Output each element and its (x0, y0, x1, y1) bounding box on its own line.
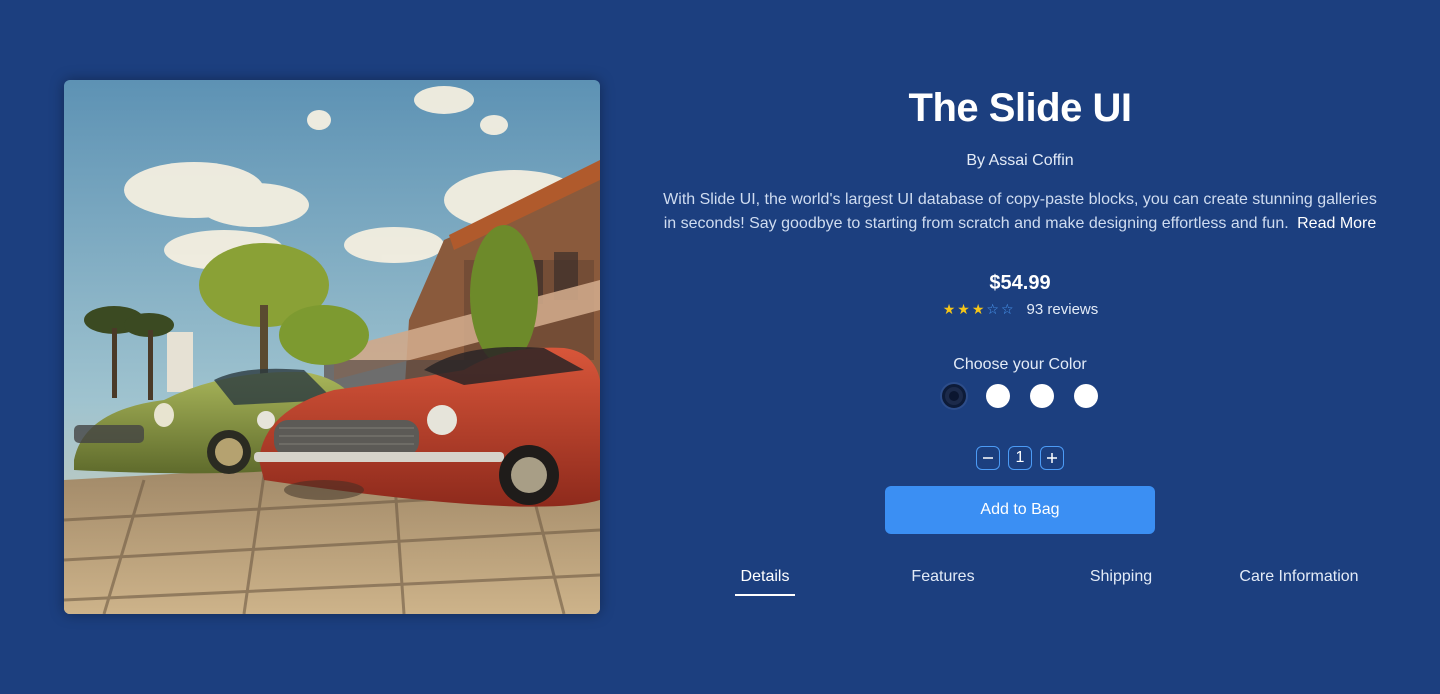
product-title: The Slide UI (908, 86, 1132, 130)
tab-label: Shipping (1089, 568, 1153, 585)
tab-shipping[interactable]: Shipping (1032, 568, 1210, 596)
description-text: With Slide UI, the world's largest UI da… (663, 191, 1377, 232)
quantity-stepper: 1 (640, 446, 1400, 470)
product-price: $54.99 (989, 272, 1051, 294)
read-more-link[interactable]: Read More (1297, 215, 1376, 232)
star-icon: ★ (971, 301, 985, 317)
color-swatch-dark[interactable] (942, 384, 966, 408)
product-info: The Slide UI By Assai Coffin With Slide … (640, 80, 1400, 596)
product-description: With Slide UI, the world's largest UI da… (660, 188, 1380, 236)
color-swatches (640, 384, 1400, 408)
star-icon: ★ (957, 301, 970, 317)
tab-care-information[interactable]: Care Information (1210, 568, 1388, 596)
product-rating: ★ ★ ★ ☆ ☆ 93 reviews (640, 301, 1400, 318)
tab-label: Details (734, 568, 796, 596)
add-to-bag-button[interactable]: Add to Bag (885, 486, 1155, 534)
color-swatch-white[interactable] (986, 384, 1010, 408)
tab-features[interactable]: Features (854, 568, 1032, 596)
product-author: By Assai Coffin (640, 152, 1400, 170)
increase-quantity-button[interactable] (1040, 446, 1064, 470)
color-swatch-white[interactable] (1074, 384, 1098, 408)
star-outline-icon: ☆ (1000, 301, 1014, 317)
star-outline-icon: ☆ (986, 301, 999, 317)
review-count: 93 reviews (1026, 301, 1099, 318)
star-icon: ★ (942, 301, 956, 317)
color-swatch-white[interactable] (1030, 384, 1054, 408)
plus-icon (1047, 453, 1057, 463)
tab-details[interactable]: Details (676, 568, 854, 596)
minus-icon (983, 457, 993, 459)
author-name: Assai Coffin (988, 152, 1074, 169)
color-label: Choose your Color (953, 356, 1087, 373)
tab-label: Care Information (1239, 568, 1359, 585)
product-tabs: Details Features Shipping Care Informati… (640, 568, 1400, 596)
author-prefix: By (966, 152, 986, 169)
product-image (64, 80, 600, 614)
decrease-quantity-button[interactable] (976, 446, 1000, 470)
tab-label: Features (911, 568, 975, 585)
quantity-value[interactable]: 1 (1008, 446, 1032, 470)
